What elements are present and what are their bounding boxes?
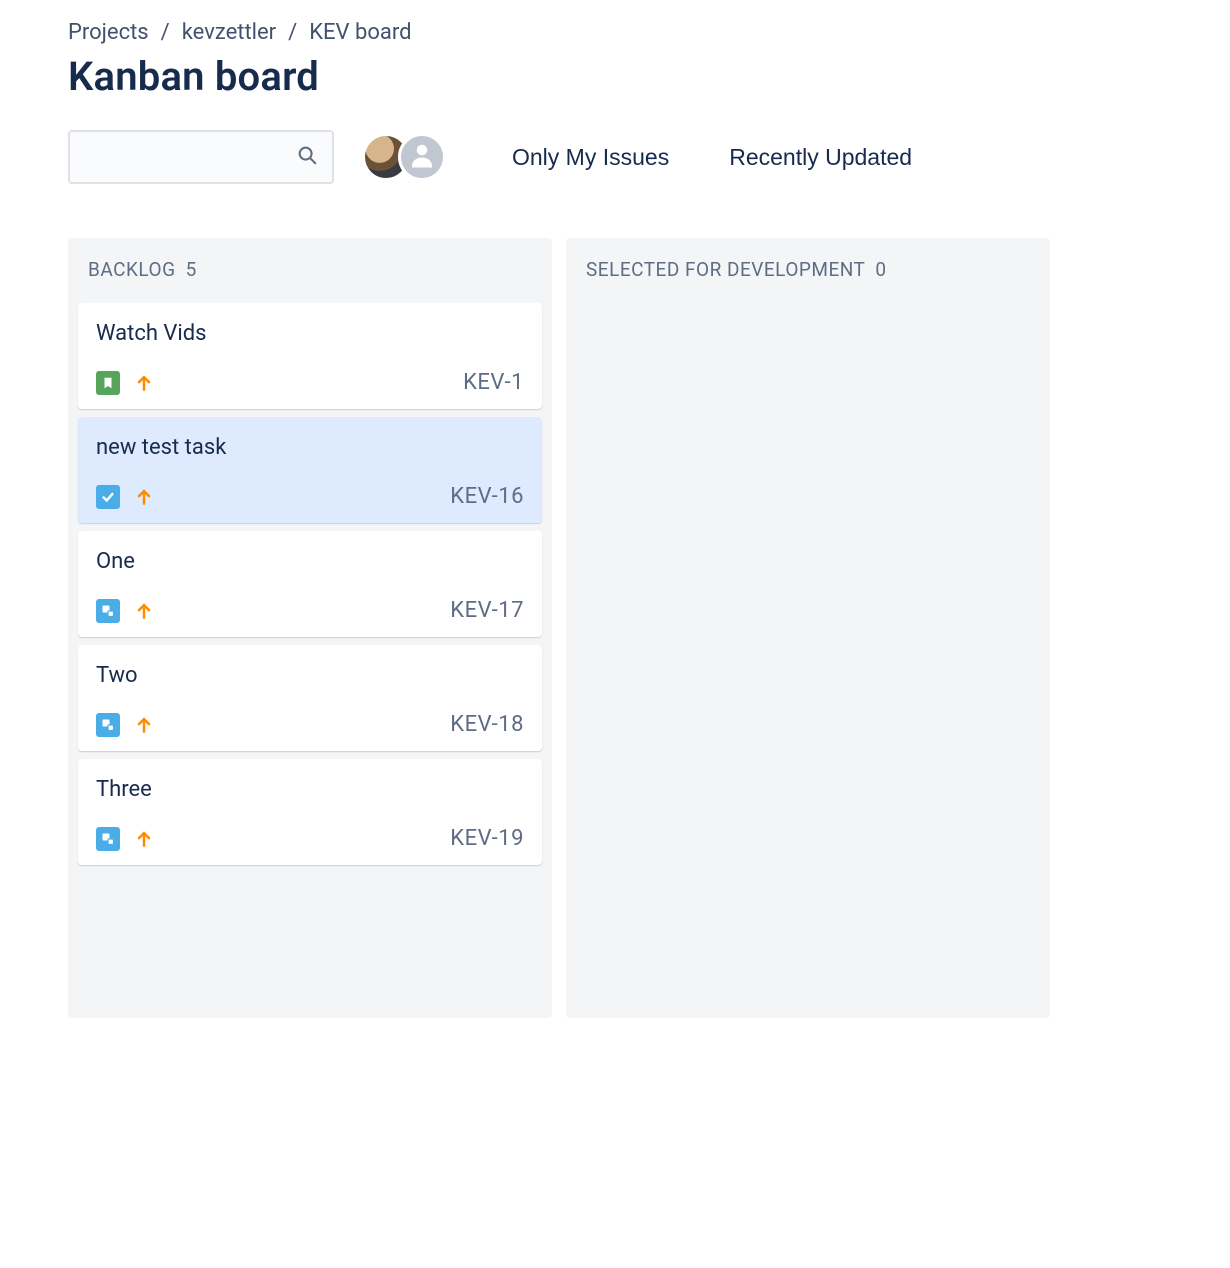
breadcrumb-project[interactable]: kevzettler [182, 20, 276, 45]
search-box[interactable] [68, 130, 334, 184]
kanban-board: Backlog 5 Watch Vids [68, 238, 1230, 1018]
issue-title: One [96, 549, 524, 574]
person-icon [407, 140, 437, 175]
card-list: Watch Vids KEV-1 [78, 303, 542, 865]
column-title: Backlog [88, 258, 176, 281]
recently-updated-button[interactable]: Recently Updated [723, 136, 918, 179]
column-backlog[interactable]: Backlog 5 Watch Vids [68, 238, 552, 1018]
issue-title: Three [96, 777, 524, 802]
priority-medium-icon [134, 601, 154, 621]
toolbar: Only My Issues Recently Updated [68, 130, 1230, 184]
column-count: 0 [875, 258, 886, 281]
column-title: Selected for Development [586, 258, 865, 281]
priority-medium-icon [134, 715, 154, 735]
issue-title: Two [96, 663, 524, 688]
subtask-icon [96, 827, 120, 851]
page-title: Kanban board [68, 53, 1230, 100]
avatar-unassigned[interactable] [398, 133, 446, 181]
priority-medium-icon [134, 373, 154, 393]
issue-key: KEV-19 [450, 826, 524, 851]
subtask-icon [96, 713, 120, 737]
issue-key: KEV-17 [450, 598, 524, 623]
story-icon [96, 371, 120, 395]
breadcrumb: Projects / kevzettler / KEV board [68, 20, 1230, 45]
priority-medium-icon [134, 487, 154, 507]
issue-title: Watch Vids [96, 321, 524, 346]
only-my-issues-button[interactable]: Only My Issues [506, 136, 675, 179]
priority-medium-icon [134, 829, 154, 849]
issue-card[interactable]: One KEV-17 [78, 531, 542, 637]
column-count: 5 [186, 258, 197, 281]
column-selected-for-development[interactable]: Selected for Development 0 [566, 238, 1050, 1018]
search-icon [296, 144, 318, 171]
avatar-group [362, 133, 446, 181]
breadcrumb-root[interactable]: Projects [68, 20, 149, 45]
column-header: Selected for Development 0 [576, 254, 1040, 303]
breadcrumb-separator: / [161, 20, 170, 45]
task-icon [96, 485, 120, 509]
issue-key: KEV-18 [450, 712, 524, 737]
issue-card[interactable]: Three KEV-19 [78, 759, 542, 865]
subtask-icon [96, 599, 120, 623]
breadcrumb-separator: / [288, 20, 297, 45]
issue-card[interactable]: new test task KEV-16 [78, 417, 542, 523]
issue-card[interactable]: Watch Vids KEV-1 [78, 303, 542, 409]
breadcrumb-board[interactable]: KEV board [309, 20, 411, 45]
issue-key: KEV-1 [463, 370, 524, 395]
search-input[interactable] [70, 132, 362, 182]
issue-card[interactable]: Two KEV-18 [78, 645, 542, 751]
issue-key: KEV-16 [450, 484, 524, 509]
issue-title: new test task [96, 435, 524, 460]
column-header: Backlog 5 [78, 254, 542, 303]
